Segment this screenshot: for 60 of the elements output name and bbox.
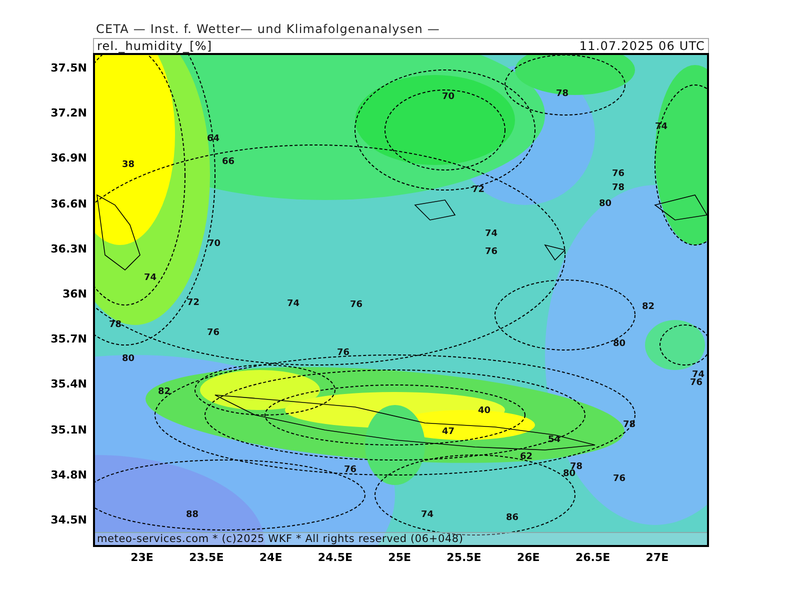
contour-label: 80	[563, 469, 576, 479]
latitude-label: 36.6N	[50, 197, 87, 210]
contour-label: 80	[122, 354, 135, 364]
contour-label: 78	[612, 183, 625, 193]
contour-label: 74	[287, 299, 300, 309]
contour-label: 74	[421, 510, 434, 520]
longitude-label: 24E	[259, 551, 282, 564]
contour-label: 40	[478, 406, 491, 416]
contour-label: 80	[613, 339, 626, 349]
contour-label: 64	[207, 134, 220, 144]
copyright-text: meteo-services.com * (c)2025 WKF * All rights reserved (06+048)	[95, 532, 707, 545]
contour-label: 82	[642, 302, 655, 312]
contour-label: 76	[207, 328, 220, 338]
longitude-label: 24.5E	[318, 551, 353, 564]
contour-label: 76	[690, 378, 703, 388]
contour-label: 70	[208, 239, 221, 249]
contour-label: 76	[613, 474, 626, 484]
contour-label: 72	[187, 298, 200, 308]
contour-label: 54	[548, 435, 561, 445]
timestamp: 11.07.2025 06 UTC	[579, 39, 705, 53]
longitude-label: 25E	[388, 551, 411, 564]
map-title: CETA — Inst. f. Wetter— und Klimafolgenanalysen —	[95, 22, 441, 38]
variable-label: rel._humidity_[%]	[97, 39, 212, 53]
contour-label: 78	[623, 420, 636, 430]
longitude-label: 25.5E	[446, 551, 482, 564]
latitude-label: 34.5N	[50, 514, 87, 526]
contour-label: 66	[222, 157, 235, 167]
contour-label: 74	[144, 273, 157, 283]
latitude-label: 37.2N	[50, 106, 87, 120]
contour-label: 80	[599, 199, 612, 209]
contour-label: 86	[506, 513, 519, 523]
latitude-label: 35.1N	[50, 423, 87, 436]
contour-label: 38	[122, 160, 135, 170]
contour-label: 76	[350, 300, 363, 310]
latitude-label: 36N	[62, 288, 87, 300]
latitude-label: 37.5N	[50, 62, 87, 74]
longitude-label: 23.5E	[189, 551, 224, 564]
longitude-label: 26.5E	[575, 551, 610, 564]
contour-label: 78	[556, 89, 569, 99]
contour-label: 62	[520, 452, 533, 462]
latitude-label: 35.4N	[50, 378, 87, 391]
contour-label: 88	[186, 510, 199, 520]
longitude-label: 26E	[516, 551, 540, 564]
contour-label: 74	[485, 229, 498, 239]
latitude-label: 34.8N	[50, 468, 87, 482]
longitude-label: 23E	[130, 551, 154, 564]
contour-label: 74	[655, 122, 668, 132]
contour-label: 76	[485, 247, 498, 257]
latitude-label: 36.9N	[50, 152, 87, 165]
contour-label: 82	[158, 387, 171, 397]
contour-label: 76	[612, 169, 625, 179]
contour-label: 70	[442, 92, 455, 102]
contour-label: 76	[344, 465, 357, 475]
contour-label: 72	[472, 185, 485, 195]
contour-label: 47	[442, 427, 455, 437]
contour-label: 78	[109, 320, 122, 330]
latitude-label: 35.7N	[50, 332, 87, 346]
contour-label: 76	[337, 348, 350, 358]
latitude-label: 36.3N	[50, 242, 87, 256]
longitude-label: 27E	[646, 551, 669, 564]
